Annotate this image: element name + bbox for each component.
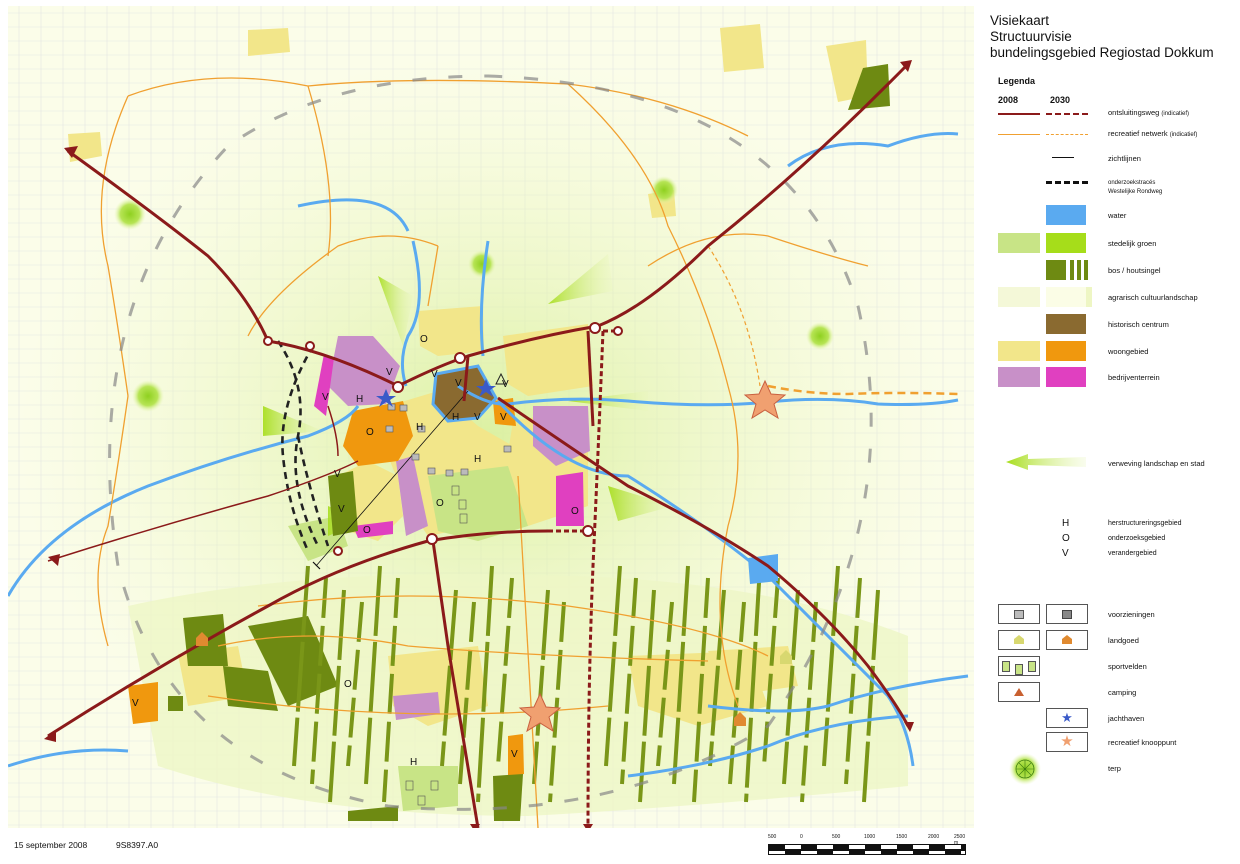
- agri-2008-swatch: [998, 287, 1040, 307]
- map-label-v: V: [502, 379, 509, 390]
- map-drawing: O V V V V H H H V V O H V O V O O V H V O V: [8, 6, 974, 828]
- scale-tick-label: 2000: [928, 834, 940, 840]
- scale-tick-label: 2500 m: [954, 834, 966, 846]
- map-label-h: H: [356, 394, 363, 405]
- legend-h-label: herstructureringsgebied: [1108, 520, 1182, 527]
- map-subtitle-2: bundelingsgebied Regiostad Dokkum: [990, 45, 1214, 60]
- scale-bar: 500 0 500 1000 1500 2000 2500 m: [768, 832, 968, 858]
- footer-code: 9S8397.A0: [116, 840, 159, 850]
- road-2008-swatch: [998, 104, 1040, 124]
- industry-2030-swatch: [1046, 367, 1086, 387]
- industry-2008-swatch: [998, 367, 1040, 387]
- map-label-v: V: [431, 369, 438, 380]
- recreation-node-box: ★: [1046, 732, 1088, 752]
- legend-item-sports: sportvelden: [1108, 662, 1147, 671]
- map-canvas[interactable]: O V V V V H H H V V O H V O V O O V H V O V: [8, 6, 974, 828]
- facility-2008-box: [998, 604, 1040, 624]
- letter-o: O: [1062, 533, 1070, 544]
- map-label-v: V: [322, 392, 329, 403]
- recreation-2008-swatch: [998, 125, 1040, 145]
- map-label-v: V: [386, 367, 393, 378]
- road-2030-swatch: [1046, 104, 1088, 124]
- legend-item-marina: jachthaven: [1108, 714, 1145, 723]
- legend-o-label: onderzoeksgebied: [1108, 535, 1166, 542]
- map-label-h: H: [416, 422, 423, 433]
- map-label-o: O: [436, 498, 444, 509]
- legend-item-forest: bos / houtsingel: [1108, 266, 1161, 275]
- marina-box: ★: [1046, 708, 1088, 728]
- forest-2008-swatch: [1046, 260, 1066, 280]
- legend-item-sightline: zichtlijnen: [1108, 154, 1141, 163]
- legend-panel: Visiekaart Structuurvisie bundelingsgebi…: [980, 0, 1240, 864]
- legend-item-recreation: recreatief netwerk (indicatief): [1108, 129, 1198, 138]
- sightline-swatch: [1046, 148, 1088, 168]
- legend-item-urban-green: stedelijk groen: [1108, 239, 1157, 248]
- map-label-o: O: [420, 334, 428, 345]
- legend-item-estate: landgoed: [1108, 636, 1139, 645]
- legend-item-research-route: onderzoekstracés Westelijke Rondweg: [1108, 180, 1163, 195]
- map-label-v: V: [338, 504, 345, 515]
- estate-2008-box: [998, 630, 1040, 650]
- legend-heading: Legenda: [998, 76, 1036, 86]
- agri-2030-swatch: [1046, 287, 1092, 307]
- scale-tick-label: 0: [800, 834, 803, 840]
- scale-tick-label: 1500: [896, 834, 908, 840]
- map-label-h: H: [474, 454, 481, 465]
- legend-item-agri: agrarisch cultuurlandschap: [1108, 293, 1198, 302]
- camping-box: [998, 682, 1040, 702]
- map-label-o: O: [363, 525, 371, 536]
- legend-item-facility: voorzieningen: [1108, 610, 1155, 619]
- research-route-swatch: [1046, 172, 1088, 192]
- scale-tick-label: 1000: [864, 834, 876, 840]
- map-title: Visiekaart: [990, 13, 1050, 28]
- letter-h: H: [1062, 518, 1070, 529]
- historic-swatch: [1046, 314, 1086, 334]
- estate-2030-box: [1046, 630, 1088, 650]
- legend-item-terp: terp: [1108, 764, 1121, 773]
- map-label-v: V: [474, 412, 481, 423]
- map-label-o: O: [571, 506, 579, 517]
- legend-item-recreation-node: recreatief knooppunt: [1108, 738, 1177, 747]
- legend-item-interweaving: verweving landschap en stad: [1108, 459, 1205, 468]
- urban-green-2030-swatch: [1046, 233, 1086, 253]
- map-label-v: V: [132, 698, 139, 709]
- legend-item-industry: bedrijventerrein: [1108, 373, 1160, 382]
- legend-item-road: ontsluitingsweg (indicatief): [1108, 108, 1190, 117]
- forest-2030-swatch: [1070, 260, 1090, 280]
- urban-green-2008-swatch: [998, 233, 1040, 253]
- map-subtitle: Structuurvisie: [990, 29, 1072, 44]
- scale-tick-label: 500: [832, 834, 841, 840]
- map-label-v: V: [455, 378, 462, 389]
- legend-item-water: water: [1108, 211, 1127, 220]
- map-label-o: O: [366, 427, 374, 438]
- legend-item-housing: woongebied: [1108, 347, 1149, 356]
- housing-2008-swatch: [998, 341, 1040, 361]
- map-label-v: V: [511, 749, 518, 760]
- footer-date: 15 september 2008: [14, 840, 88, 850]
- map-label-v: V: [500, 412, 507, 423]
- legend-item-historic: historisch centrum: [1108, 320, 1169, 329]
- letter-v: V: [1062, 548, 1069, 559]
- sports-box: [998, 656, 1040, 676]
- housing-2030-swatch: [1046, 341, 1086, 361]
- recreation-2030-swatch: [1046, 125, 1088, 145]
- map-label-h: H: [452, 412, 459, 423]
- water-swatch: [1046, 205, 1086, 225]
- map-label-v: V: [334, 469, 341, 480]
- map-label-h: H: [410, 757, 417, 768]
- legend-v-label: verandergebied: [1108, 550, 1157, 557]
- legend-item-camping: camping: [1108, 688, 1137, 697]
- scale-tick-label: 500: [768, 834, 777, 840]
- interweaving-swatch: [1006, 454, 1086, 470]
- terp-icon: [1009, 753, 1041, 785]
- facility-2030-box: [1046, 604, 1088, 624]
- map-label-o: O: [344, 679, 352, 690]
